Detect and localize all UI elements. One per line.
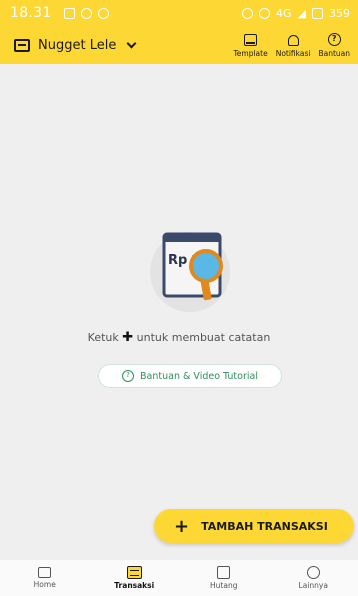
toolbar-actions: Template Notifikasi ? Bantuan [233,32,350,58]
debt-icon [217,566,231,579]
vibrate-icon [259,7,270,19]
bottom-navigation: Home Transaksi Hutang Lainnya [0,560,358,596]
empty-text-before: Ketuk [87,331,119,344]
empty-text-after: untuk membuat catatan [136,331,271,344]
store-selector[interactable]: Nugget Lele [14,37,137,53]
nav-label-transaksi: Transaksi [114,581,155,590]
empty-state-text: Ketuk ✚ untuk membuat catatan [0,330,358,345]
plus-icon: + [174,515,190,537]
toolbar: Nugget Lele Template Notifikasi ? Bantua… [0,26,358,64]
more-icon [306,566,320,579]
rupiah-label: Rp [168,253,187,268]
instagram-icon [80,7,92,19]
bell-icon [287,34,299,46]
template-label: Template [233,48,268,58]
battery-icon [312,7,323,19]
battery-level: 359 [329,6,350,20]
home-icon [38,567,52,578]
nav-item-home[interactable]: Home [10,567,80,589]
nav-item-hutang[interactable]: Hutang [189,566,259,590]
help-video-tutorial-button[interactable]: ? Bantuan & Video Tutorial [98,364,282,388]
notification-app-icon [63,7,75,19]
add-transaction-label: TAMBAH TRANSAKSI [201,519,328,533]
status-bar: 18.31 4G ◢ 359 [0,0,358,26]
plus-icon: ✚ [122,330,134,345]
status-icons-right: 4G ◢ 359 [242,7,350,20]
store-name: Nugget Lele [38,37,117,53]
template-button[interactable]: Template [233,33,268,58]
network-label: 4G [276,6,292,20]
empty-state-illustration: Rp [150,232,230,312]
status-time: 18.31 [10,5,52,21]
template-icon [244,33,258,46]
signal-icon: ◢ [297,6,306,20]
question-icon: ? [122,370,135,382]
nav-label-home: Home [33,580,56,589]
nav-label-hutang: Hutang [210,581,238,590]
nav-item-transaksi[interactable]: Transaksi [99,566,169,590]
instagram-icon [97,7,109,19]
alarm-icon [242,7,253,19]
add-transaction-button[interactable]: + TAMBAH TRANSAKSI [154,509,354,543]
help-button[interactable]: ? Bantuan [318,32,350,58]
help-icon: ? [327,32,341,46]
transaction-icon [126,566,142,579]
notification-label: Notifikasi [275,48,311,58]
status-icons-left [63,7,109,19]
app-header: 18.31 4G ◢ 359 Nugget Lele Template Noti… [0,0,358,64]
nav-item-lainnya[interactable]: Lainnya [278,566,348,590]
help-chip-label: Bantuan & Video Tutorial [140,370,258,382]
receipt-top-bar [164,234,220,242]
store-icon [14,38,30,52]
notification-button[interactable]: Notifikasi [275,34,311,58]
nav-label-lainnya: Lainnya [298,581,328,590]
help-label: Bantuan [318,48,350,58]
chevron-down-icon [126,38,137,48]
magnifier-lens [189,249,223,283]
